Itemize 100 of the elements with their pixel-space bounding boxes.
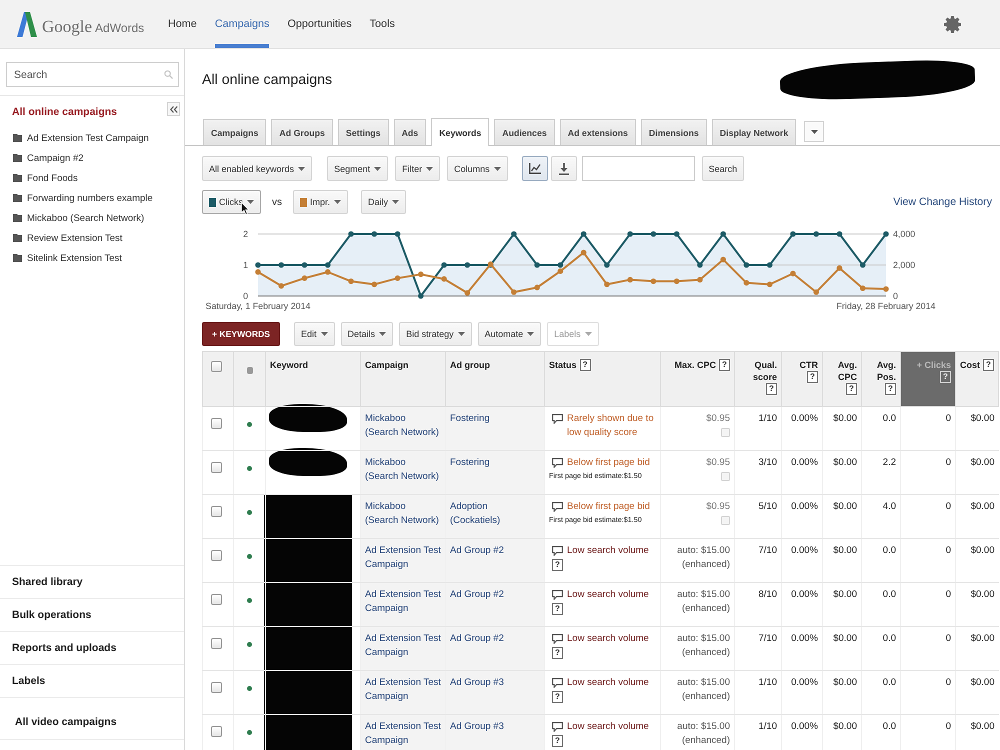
nav-tab[interactable]: Opportunities: [287, 0, 352, 48]
column-header[interactable]: + Clicks ?: [900, 352, 956, 406]
sidebar-heading[interactable]: All online campaigns: [12, 106, 118, 118]
campaign-link[interactable]: Ad Extension Test Campaign: [361, 671, 445, 714]
checkbox[interactable]: [211, 506, 222, 517]
help-button[interactable]: ?: [719, 359, 730, 371]
download-button[interactable]: [550, 156, 577, 181]
sidebar-item[interactable]: Forwarding numbers example: [0, 188, 184, 208]
column-header[interactable]: Max. CPC ?: [660, 352, 734, 406]
speech-bubble-icon[interactable]: [552, 502, 563, 512]
sidebar-section-link[interactable]: Labels: [0, 664, 184, 697]
sidebar-section-link[interactable]: Bulk operations: [0, 598, 184, 631]
nav-tab[interactable]: Tools: [370, 0, 395, 48]
help-button[interactable]: ?: [552, 559, 563, 571]
collapse-button[interactable]: [167, 102, 180, 116]
checkbox[interactable]: [211, 550, 222, 561]
ad-group-link[interactable]: Ad Group #2: [446, 583, 544, 626]
campaign-link[interactable]: Mickaboo (Search Network): [361, 407, 445, 450]
ad-group-link[interactable]: Ad Group #3: [446, 715, 544, 750]
ad-group-link[interactable]: Fostering: [446, 451, 544, 494]
sidebar-item[interactable]: Review Extension Test: [0, 228, 184, 248]
more-tabs-button[interactable]: [804, 121, 824, 142]
period-dropdown[interactable]: Daily: [361, 190, 406, 214]
dropdown-button[interactable]: Filter: [395, 156, 440, 181]
help-button[interactable]: ?: [766, 383, 777, 395]
ad-group-link[interactable]: Fostering: [446, 407, 544, 450]
campaign-link[interactable]: Mickaboo (Search Network): [361, 495, 445, 538]
dropdown-button[interactable]: All enabled keywords: [202, 156, 312, 181]
tab[interactable]: Ads: [394, 119, 426, 145]
help-button[interactable]: ?: [552, 603, 563, 615]
help-button[interactable]: ?: [807, 371, 818, 383]
sidebar-item[interactable]: Mickaboo (Search Network): [0, 208, 184, 228]
ad-group-link[interactable]: Ad Group #3: [446, 671, 544, 714]
help-button[interactable]: ?: [552, 735, 563, 747]
ad-group-link[interactable]: Ad Group #2: [446, 539, 544, 582]
view-change-history-link[interactable]: View Change History: [893, 196, 992, 208]
sidebar-section-link[interactable]: Shared library: [0, 565, 184, 598]
nav-tab[interactable]: Home: [168, 0, 197, 48]
speech-bubble-icon[interactable]: [552, 458, 563, 468]
help-button[interactable]: ?: [552, 691, 563, 703]
tab[interactable]: Campaigns: [203, 119, 266, 145]
speech-bubble-icon[interactable]: [552, 590, 563, 600]
tab[interactable]: Keywords: [431, 118, 490, 146]
campaign-link[interactable]: Ad Extension Test Campaign: [361, 539, 445, 582]
campaign-link[interactable]: Ad Extension Test Campaign: [361, 583, 445, 626]
tab[interactable]: Ad extensions: [560, 119, 636, 145]
dropdown-button[interactable]: Edit: [294, 322, 335, 346]
checkbox[interactable]: [211, 638, 222, 649]
speech-bubble-icon[interactable]: [552, 678, 563, 688]
dropdown-button[interactable]: Bid strategy: [399, 322, 472, 346]
column-header[interactable]: CTR ?: [782, 352, 822, 406]
checkbox[interactable]: [211, 418, 222, 429]
sidebar-item[interactable]: Campaign #2: [0, 148, 184, 168]
checkbox[interactable]: [211, 594, 222, 605]
speech-bubble-icon[interactable]: [552, 722, 563, 732]
sidebar-item[interactable]: Fond Foods: [0, 168, 184, 188]
campaign-link[interactable]: Mickaboo (Search Network): [361, 451, 445, 494]
column-header[interactable]: Avg. CPC ?: [822, 352, 862, 406]
speech-bubble-icon[interactable]: [552, 634, 563, 644]
metric-dropdown[interactable]: Impr.: [293, 190, 348, 214]
tab[interactable]: Settings: [338, 119, 389, 145]
search-field[interactable]: Search: [6, 62, 179, 87]
tab[interactable]: Dimensions: [640, 119, 707, 145]
tab[interactable]: Display Network: [712, 119, 796, 145]
checkbox[interactable]: [211, 462, 222, 473]
chart-view-button[interactable]: [522, 156, 548, 181]
column-header[interactable]: Status ?: [544, 352, 660, 406]
nav-tab[interactable]: Campaigns: [214, 0, 270, 48]
help-button[interactable]: ?: [580, 359, 591, 371]
campaign-link[interactable]: Ad Extension Test Campaign: [361, 627, 445, 670]
sidebar-item[interactable]: Ad Extension Test Campaign: [0, 128, 184, 148]
column-header[interactable]: Avg. Pos. ?: [862, 352, 900, 406]
dropdown-button[interactable]: Automate: [478, 322, 542, 346]
column-header[interactable]: Cost ?: [956, 352, 998, 406]
settings-icon[interactable]: [944, 16, 961, 33]
sidebar-section-link[interactable]: Reports and uploads: [0, 631, 184, 664]
dropdown-button[interactable]: Segment: [327, 156, 388, 181]
help-button[interactable]: ?: [940, 371, 951, 383]
help-button[interactable]: ?: [846, 383, 857, 395]
sidebar-section-link[interactable]: All video campaigns: [0, 697, 184, 740]
ad-group-link[interactable]: Ad Group #2: [446, 627, 544, 670]
search-field[interactable]: [582, 156, 695, 181]
search-button[interactable]: Search: [702, 156, 744, 181]
dropdown-button[interactable]: Details: [340, 322, 394, 346]
checkbox[interactable]: [211, 682, 222, 693]
ad-group-link[interactable]: Adoption (Cockatiels): [446, 495, 544, 538]
help-button[interactable]: ?: [552, 647, 563, 659]
help-button[interactable]: ?: [885, 383, 896, 395]
speech-bubble-icon[interactable]: [552, 414, 563, 424]
speech-bubble-icon[interactable]: [552, 546, 563, 556]
checkbox[interactable]: [211, 361, 222, 372]
sidebar-item[interactable]: Sitelink Extension Test: [0, 248, 184, 268]
help-button[interactable]: ?: [983, 359, 994, 371]
dropdown-button[interactable]: Columns: [447, 156, 508, 181]
column-header[interactable]: Qual. score ?: [734, 352, 782, 406]
checkbox[interactable]: [211, 726, 222, 737]
tab[interactable]: Audiences: [494, 119, 555, 145]
campaign-link[interactable]: Ad Extension Test Campaign: [361, 715, 445, 750]
metric-dropdown[interactable]: Clicks: [202, 190, 261, 214]
add-keywords-button[interactable]: + KEYWORDS: [202, 322, 280, 346]
